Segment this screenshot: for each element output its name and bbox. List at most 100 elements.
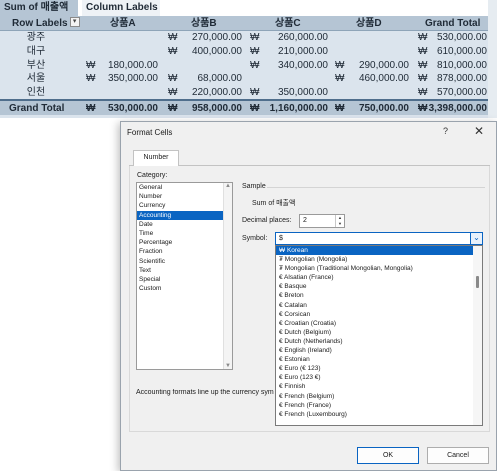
symbol-dropdown-list[interactable]: ₩ Korean ₮ Mongolian (Mongolia) ₮ Mongolia… bbox=[275, 245, 483, 426]
category-list[interactable]: General Number Currency Accounting Date Time P… bbox=[136, 182, 233, 370]
category-item[interactable]: Accounting bbox=[137, 210, 232, 220]
symbol-option[interactable]: ₮ Mongolian (Traditional Mongolian, Mong… bbox=[276, 264, 482, 273]
sample-divider bbox=[267, 187, 485, 188]
currency-symbol: ₩ bbox=[168, 103, 178, 115]
symbol-option[interactable]: € French (Luxembourg) bbox=[276, 410, 482, 419]
values-field-chip[interactable]: Sum of 매출액 bbox=[0, 0, 78, 16]
decimal-places-value: 2 bbox=[303, 217, 307, 224]
symbol-option[interactable]: ₮ Mongolian (Mongolia) bbox=[276, 255, 482, 264]
symbol-select[interactable]: $ ⌄ bbox=[275, 232, 483, 245]
pivot-filter-row: Sum of 매출액 Column Labels▾ bbox=[0, 0, 497, 16]
currency-symbol: ₩ bbox=[250, 103, 260, 115]
tab-strip: Number bbox=[129, 148, 490, 167]
column-header-c: 상품C bbox=[275, 17, 301, 29]
symbol-option[interactable]: € Euro (€ 123) bbox=[276, 364, 482, 373]
cancel-button[interactable]: Cancel bbox=[427, 447, 489, 464]
column-header-b: 상품B bbox=[191, 17, 217, 29]
row-label: 광주 bbox=[26, 32, 46, 44]
row-label: 대구 bbox=[26, 46, 46, 57]
category-scrollbar[interactable]: ▲ ▼ bbox=[223, 183, 232, 369]
symbol-option[interactable]: € Corsican bbox=[276, 310, 482, 319]
pivot-value-b: 220,000.00 bbox=[191, 86, 242, 98]
category-item[interactable]: Special bbox=[137, 275, 232, 284]
pivot-value-a: 180,000.00 bbox=[107, 59, 158, 71]
scroll-thumb[interactable] bbox=[476, 276, 479, 288]
grand-total-row: Grand Total ₩ 530,000.00 ₩ 958,000.00 ₩ … bbox=[0, 99, 497, 115]
decimal-places-input[interactable]: 2 ▲ ▼ bbox=[299, 214, 345, 228]
symbol-option[interactable]: ₩ Korean bbox=[276, 246, 482, 256]
category-item[interactable]: Number bbox=[137, 192, 232, 201]
symbol-option[interactable]: € English (Ireland) bbox=[276, 346, 482, 355]
pivot-data-row: 인천 ₩220,000.00 ₩350,000.00 ₩570,000.00 bbox=[0, 85, 497, 100]
dialog-title: Format Cells bbox=[127, 128, 173, 137]
pivot-value-total: 530,000.00 bbox=[436, 32, 487, 44]
currency-symbol: ₩ bbox=[86, 59, 96, 71]
category-item[interactable]: Fraction bbox=[137, 247, 232, 256]
category-item[interactable]: Text bbox=[137, 266, 232, 275]
symbol-option[interactable]: € Dutch (Belgium) bbox=[276, 328, 482, 337]
currency-symbol: ₩ bbox=[168, 32, 178, 44]
category-item[interactable]: Custom bbox=[137, 284, 232, 293]
row-label: 부산 bbox=[26, 59, 46, 71]
category-item[interactable]: Percentage bbox=[137, 238, 232, 247]
symbol-option[interactable]: € French (Belgium) bbox=[276, 392, 482, 401]
sheet-edge bbox=[488, 0, 497, 118]
chevron-down-icon[interactable]: ⌄ bbox=[470, 232, 483, 245]
currency-symbol: ₩ bbox=[335, 73, 345, 85]
category-item[interactable]: Currency bbox=[137, 201, 232, 210]
currency-symbol: ₩ bbox=[250, 32, 260, 44]
pivot-value-a: 350,000.00 bbox=[107, 73, 158, 85]
category-item[interactable]: General bbox=[137, 183, 232, 192]
pivot-value-total: 878,000.00 bbox=[436, 73, 487, 85]
category-item[interactable]: Scientific bbox=[137, 257, 232, 266]
grand-total-total: 3,398,000.00 bbox=[428, 103, 487, 115]
symbol-option[interactable]: € Dutch (Netherlands) bbox=[276, 337, 482, 346]
column-header-a: 상품A bbox=[110, 17, 136, 29]
row-labels-text: Row Labels bbox=[12, 17, 68, 29]
category-item[interactable]: Time bbox=[137, 229, 232, 238]
decimal-spinner-icon[interactable]: ▲ ▼ bbox=[335, 215, 344, 227]
symbol-option[interactable]: € Basque bbox=[276, 282, 482, 291]
category-item[interactable]: Date bbox=[137, 220, 232, 229]
grand-total-b: 958,000.00 bbox=[191, 103, 242, 115]
sample-label: Sample bbox=[242, 183, 266, 190]
pivot-value-c: 210,000.00 bbox=[277, 46, 328, 57]
currency-symbol: ₩ bbox=[168, 46, 178, 57]
currency-symbol: ₩ bbox=[86, 103, 96, 115]
pivot-data-row: 부산 ₩180,000.00 ₩340,000.00 ₩290,000.00 ₩810,… bbox=[0, 58, 497, 73]
symbol-option[interactable]: € Catalan bbox=[276, 301, 482, 310]
pivot-data-row: 대구 ₩400,000.00 ₩210,000.00 ₩610,000.00 bbox=[0, 45, 497, 59]
currency-symbol: ₩ bbox=[168, 86, 178, 98]
row-labels-header[interactable]: Row Labels ▾ bbox=[12, 16, 86, 31]
symbol-option[interactable]: € Alsatian (France) bbox=[276, 273, 482, 282]
decimal-places-label: Decimal places: bbox=[242, 217, 292, 224]
row-labels-dropdown-icon[interactable]: ▾ bbox=[69, 17, 80, 28]
pivot-value-d: 460,000.00 bbox=[358, 73, 409, 85]
help-icon[interactable]: ? bbox=[443, 126, 448, 136]
pivot-data-row: 서울 ₩350,000.00 ₩68,000.00 ₩460,000.00 ₩878,0… bbox=[0, 72, 497, 86]
grand-total-d: 750,000.00 bbox=[358, 103, 409, 115]
symbol-option[interactable]: € Breton bbox=[276, 291, 482, 300]
symbol-option[interactable]: € Finnish bbox=[276, 382, 482, 391]
ok-button[interactable]: OK bbox=[357, 447, 419, 464]
pivot-value-c: 340,000.00 bbox=[277, 59, 328, 71]
pivot-value-b: 68,000.00 bbox=[197, 73, 243, 85]
pivot-value-total: 570,000.00 bbox=[436, 86, 487, 98]
symbol-option[interactable]: € Croatian (Croatia) bbox=[276, 319, 482, 328]
symbol-scrollbar[interactable] bbox=[473, 246, 482, 425]
pivot-value-d: 290,000.00 bbox=[358, 59, 409, 71]
symbol-option[interactable]: € Estonian bbox=[276, 355, 482, 364]
row-label: 인천 bbox=[26, 86, 46, 98]
symbol-option[interactable]: € French (France) bbox=[276, 401, 482, 410]
symbol-option[interactable]: € Euro (123 €) bbox=[276, 373, 482, 382]
currency-symbol: ₩ bbox=[168, 73, 178, 85]
pivot-value-b: 270,000.00 bbox=[191, 32, 242, 44]
column-labels-header[interactable]: Column Labels▾ bbox=[82, 0, 160, 16]
close-icon[interactable]: ✕ bbox=[474, 124, 484, 138]
pivot-value-total: 810,000.00 bbox=[436, 59, 487, 71]
scroll-up-icon[interactable]: ▲ bbox=[225, 183, 231, 189]
column-labels-text: Column Labels bbox=[86, 2, 158, 13]
tab-number[interactable]: Number bbox=[133, 150, 179, 167]
pivot-value-c: 260,000.00 bbox=[277, 32, 328, 44]
scroll-down-icon[interactable]: ▼ bbox=[225, 363, 231, 369]
